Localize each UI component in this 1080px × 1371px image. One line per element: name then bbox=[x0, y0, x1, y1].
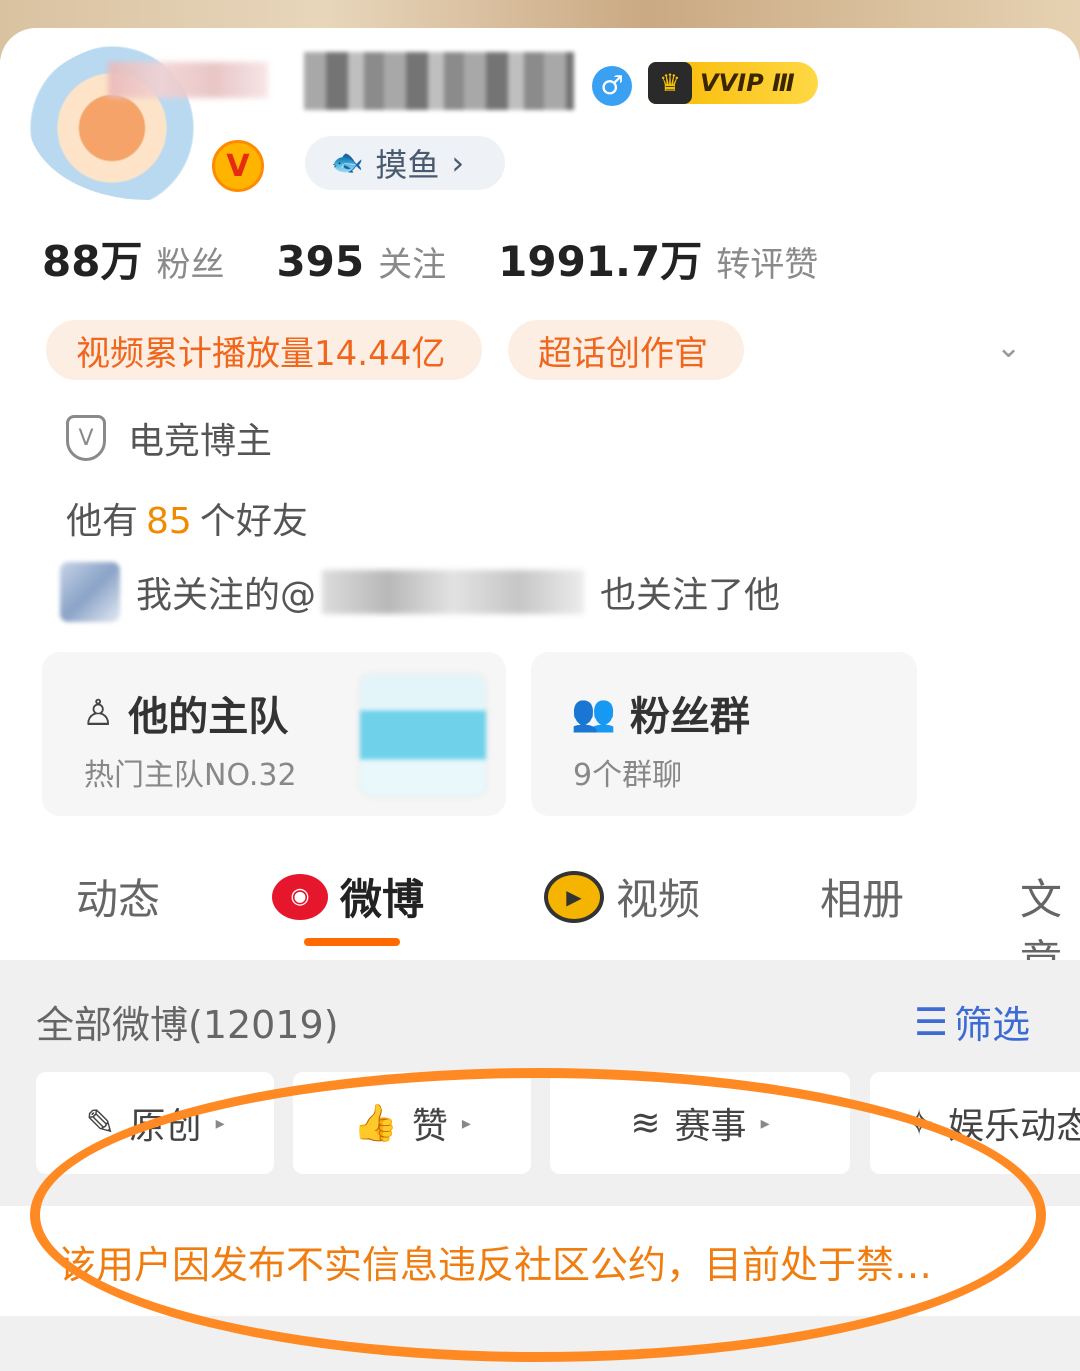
username-redacted bbox=[304, 52, 574, 110]
team-icon: ♙ bbox=[82, 692, 115, 734]
chip-events-label: 赛事 bbox=[674, 1106, 747, 1147]
filter-icon: ☰ bbox=[914, 999, 949, 1044]
tab-album-label: 相册 bbox=[820, 875, 905, 924]
status-chip[interactable]: 🐟 摸鱼 › bbox=[305, 136, 505, 190]
posts-section: 全部微博(12019) ☰ 筛选 ✎ 原创 ▸ 👍 赞 ▸ ≋ 赛事 ▸ ✧ 娱… bbox=[0, 960, 1080, 1371]
following-label[interactable]: 关注 bbox=[378, 237, 446, 286]
thumbs-up-icon: 👍 bbox=[353, 1103, 398, 1144]
vvip-label: VVIP Ⅲ bbox=[700, 69, 795, 97]
mutual-follow-line[interactable]: 我关注的@ 也关注了他 bbox=[60, 562, 780, 622]
tab-video[interactable]: ▶ 视频 bbox=[544, 866, 700, 927]
chip-events[interactable]: ≋ 赛事 ▸ bbox=[550, 1072, 850, 1174]
tab-album[interactable]: 相册 bbox=[820, 866, 904, 927]
home-team-subtitle: 热门主队NO.32 bbox=[84, 758, 297, 793]
tab-weibo[interactable]: ◉ 微博 bbox=[272, 866, 424, 927]
vvip-badge[interactable]: ♛ VVIP Ⅲ bbox=[648, 62, 818, 104]
mutual-name-redacted bbox=[322, 570, 585, 614]
home-team-title: 他的主队 bbox=[128, 694, 289, 740]
category-line: V 电竞博主 bbox=[66, 412, 272, 464]
fish-icon: 🐟 bbox=[331, 148, 364, 178]
chip-entertainment-label: 娱乐动态 bbox=[948, 1106, 1080, 1147]
friends-count: 85 bbox=[146, 501, 192, 542]
mutual-avatar bbox=[60, 562, 120, 622]
tab-video-label: 视频 bbox=[616, 875, 701, 924]
fan-group-title: 粉丝群 bbox=[629, 694, 750, 740]
friends-line[interactable]: 他有 85 个好友 bbox=[66, 492, 308, 544]
mutual-prefix: 我关注的@ bbox=[136, 575, 317, 616]
following-count[interactable]: 395 bbox=[276, 237, 364, 286]
category-label: 电竞博主 bbox=[128, 421, 273, 462]
friends-suffix: 个好友 bbox=[199, 501, 308, 542]
ban-notice: 该用户因发布不实信息违反社区公约，目前处于禁… bbox=[0, 1206, 1080, 1316]
tab-feed[interactable]: 动态 bbox=[76, 866, 160, 927]
chip-entertainment[interactable]: ✧ 娱乐动态 bbox=[870, 1072, 1080, 1174]
chip-original-label: 原创 bbox=[129, 1106, 202, 1147]
caret-right-icon: ▸ bbox=[461, 1112, 471, 1134]
filter-button[interactable]: ☰ 筛选 bbox=[914, 994, 1030, 1049]
chip-original[interactable]: ✎ 原创 ▸ bbox=[36, 1072, 274, 1174]
sparkle-icon: ✧ bbox=[904, 1102, 935, 1144]
fan-group-title-row: 👥 粉丝群 bbox=[571, 684, 750, 742]
supertopic-creator-tag[interactable]: 超话创作官 bbox=[508, 320, 744, 380]
crown-icon: ♛ bbox=[648, 62, 692, 104]
chip-liked-label: 赞 bbox=[411, 1106, 448, 1147]
caret-right-icon: ▸ bbox=[760, 1112, 770, 1134]
tab-weibo-label: 微博 bbox=[340, 875, 425, 924]
profile-tabs: 动态 ◉ 微博 ▶ 视频 相册 文章 bbox=[0, 860, 1080, 985]
male-gender-icon: ♂ bbox=[592, 66, 632, 106]
layers-icon: ≋ bbox=[630, 1102, 661, 1144]
home-team-title-row: ♙ 他的主队 bbox=[82, 684, 288, 742]
followers-count[interactable]: 88万 bbox=[42, 228, 142, 289]
engagement-count: 1991.7万 bbox=[498, 237, 703, 286]
home-team-card[interactable]: ♙ 他的主队 热门主队NO.32 bbox=[42, 652, 506, 816]
shield-icon: V bbox=[66, 415, 106, 461]
chip-liked[interactable]: 👍 赞 ▸ bbox=[293, 1072, 531, 1174]
video-plays-tag[interactable]: 视频累计播放量14.44亿 bbox=[46, 320, 482, 380]
stats-row: 88万 粉丝 395 关注 1991.7万 转评赞 bbox=[42, 228, 870, 289]
all-posts-header: 全部微博(12019) bbox=[36, 1003, 339, 1047]
verified-badge-icon: V bbox=[212, 140, 264, 192]
active-tab-indicator bbox=[304, 938, 400, 946]
video-play-icon: ▶ bbox=[544, 870, 604, 923]
friends-prefix: 他有 bbox=[66, 501, 139, 542]
team-logo-redacted bbox=[358, 672, 488, 798]
group-icon: 👥 bbox=[571, 693, 616, 734]
chevron-down-icon[interactable]: ⌄ bbox=[996, 330, 1036, 370]
chevron-right-icon: › bbox=[451, 144, 465, 182]
mutual-suffix: 也关注了他 bbox=[600, 575, 781, 616]
original-icon: ✎ bbox=[85, 1102, 116, 1144]
status-chip-label: 摸鱼 bbox=[375, 146, 440, 184]
caret-right-icon: ▸ bbox=[215, 1112, 225, 1134]
fan-group-subtitle: 9个群聊 bbox=[573, 758, 683, 793]
tab-feed-label: 动态 bbox=[76, 875, 161, 924]
filter-label: 筛选 bbox=[954, 1003, 1031, 1047]
engagement-label: 转评赞 bbox=[716, 245, 819, 285]
weibo-logo-icon: ◉ bbox=[272, 873, 328, 920]
fan-group-card[interactable]: 👥 粉丝群 9个群聊 bbox=[531, 652, 917, 816]
avatar-redacted-overlay bbox=[108, 62, 268, 98]
followers-label[interactable]: 粉丝 bbox=[156, 237, 224, 286]
